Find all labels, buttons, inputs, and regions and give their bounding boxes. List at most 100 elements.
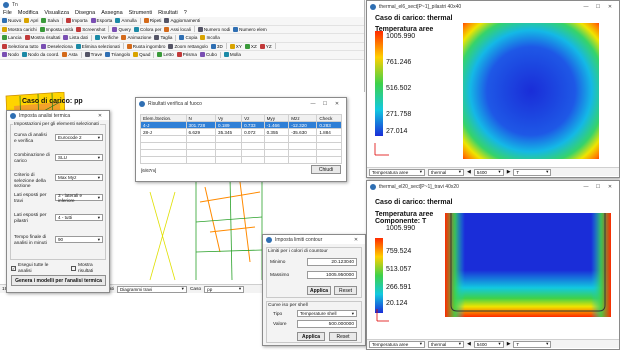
toolbar-button[interactable]: Imposta unità [39,26,73,32]
toolbar-button[interactable]: Nodo [2,52,19,58]
step-forward-icon[interactable]: ▶ [507,170,511,175]
max-value-input[interactable]: 1005.950000 [307,271,357,279]
toolbar-button[interactable]: Nuovo [2,18,21,24]
results-column-header[interactable]: Elem./Sezion. [140,114,187,122]
toolbar-button[interactable]: Incolla [200,35,220,41]
toolbar-button[interactable]: Salva [41,18,59,24]
results-column-header[interactable]: Vz [241,114,265,122]
toolbar-button[interactable]: Numero nodi [197,26,230,32]
toolbar-button[interactable]: Mostra risultati [24,35,60,41]
toolbar-button[interactable]: Seleziona tutto [2,43,38,49]
toolbar-button[interactable]: XY [229,43,242,49]
toolbar-button[interactable]: Prisma [176,52,197,58]
close-button[interactable]: Chiudi [311,165,341,174]
toolbar-button[interactable]: XZ [244,43,257,49]
thermal-field-select[interactable]: Eurocode 2 ▾ [55,134,103,141]
close-icon[interactable]: ✕ [94,113,106,119]
results-type-select[interactable]: Diagrammi travi ▾ [116,285,187,293]
thermal1-step-select[interactable]: 5400 ▾ [473,168,504,176]
results-row[interactable]: 28-J 6.629 35.345 0.072 0.355 -35.630 1.884 [140,128,342,136]
toolbar-button[interactable]: Numero elem [233,26,267,32]
results-column-header[interactable]: Myy [263,114,290,122]
thermal-field-select[interactable]: SLU ▾ [55,154,103,161]
toolbar-button[interactable]: Verifiche [94,35,118,41]
step-back-icon[interactable]: ◀ [467,170,471,175]
toolbar-button[interactable]: Molla [223,52,241,58]
toolbar-button[interactable]: Colora per [133,26,161,32]
toolbar-button[interactable]: Apri [24,18,38,24]
apply-iso-button[interactable]: Applica [297,332,325,341]
results-row[interactable]: 4-J 301.728 0.189 0.733 -1.466 -12.320 0.283 [140,121,342,129]
close-icon[interactable]: ✕ [331,101,343,107]
menu-item[interactable]: ? [184,10,187,16]
iso-value-input[interactable]: 500.000000 [297,320,357,328]
toolbar-button[interactable]: Importa [65,18,88,24]
menu-item[interactable]: Disegna [75,10,95,16]
thermal2-result-select[interactable]: Temperatura aree ▾ [369,340,425,348]
iso-type-select[interactable]: Temperature shell ▾ [297,310,357,317]
toolbar-button[interactable]: Annulla [115,18,137,24]
menu-item[interactable]: Risultati [158,10,178,16]
thermal-field-select[interactable]: 3 - laterali e inferiore ▾ [55,193,103,203]
results-column-header[interactable]: Vy [215,114,243,122]
menu-item[interactable]: Visualizza [44,10,69,16]
thermal1-var-select[interactable]: T ▾ [513,168,552,176]
load-case-select[interactable]: pp ▾ [204,285,245,293]
maximize-icon[interactable]: ☐ [592,184,604,190]
toolbar-button[interactable]: Cubo [199,52,217,58]
toolbar-button[interactable]: Ruota ingombro [126,43,165,49]
menu-item[interactable]: Modifica [18,10,38,16]
results-column-header[interactable]: Mzz [288,114,318,122]
thermal-field-select[interactable]: Max Myz ▾ [55,174,103,181]
minimize-icon[interactable]: — [580,184,592,190]
apply-limits-button[interactable]: Applica [307,286,331,295]
maximize-icon[interactable]: ☐ [319,101,331,107]
show-results-checkbox[interactable]: Mostra risultati [71,263,109,274]
close-icon[interactable]: ✕ [350,237,362,243]
toolbar-button[interactable]: Ripeti [143,18,161,24]
toolbar-button[interactable]: Quad [133,52,150,58]
toolbar-button[interactable]: Zoom rettangolo [168,43,208,49]
reset-iso-button[interactable]: Reset [329,332,357,341]
toolbar-button[interactable]: Esporta [90,18,112,24]
toolbar-button[interactable]: Taglia [154,35,172,41]
close-icon[interactable]: ✕ [604,184,616,190]
step-back-icon[interactable]: ◀ [467,342,471,347]
toolbar-button[interactable]: Mostra carichi [2,26,37,32]
close-icon[interactable]: ✕ [604,4,616,10]
toolbar-button[interactable]: Animazione [121,35,151,41]
toolbar-button[interactable]: Query [112,26,131,32]
generate-thermal-models-button[interactable]: Genera i modelli per l'analisi termica [11,275,106,286]
toolbar-button[interactable]: Elimina selezionati [75,43,120,49]
thermal2-var-select[interactable]: T ▾ [513,340,552,348]
thermal2-step-select[interactable]: 5400 ▾ [473,340,504,348]
toolbar-button[interactable]: Screenshot [76,26,105,32]
toolbar-button[interactable]: Deseleziona [41,43,73,49]
minimize-icon[interactable]: — [580,4,592,10]
thermal-field-select[interactable]: 90 ▾ [55,236,103,243]
toolbar-button[interactable]: 3D [210,43,223,49]
minimize-icon[interactable]: — [307,101,319,107]
toolbar-button[interactable]: Asta [62,52,78,58]
thermal-field-select[interactable]: 4 - tutti ▾ [55,214,103,221]
menu-item[interactable]: Assegna [101,10,122,16]
results-column-header[interactable]: N [185,114,217,122]
toolbar-button[interactable]: Copia [179,35,197,41]
thermal1-result-select[interactable]: Temperatura aree ▾ [369,168,425,176]
toolbar-button[interactable]: Trave [84,52,102,58]
thermal2-type-select[interactable]: thermal ▾ [428,340,464,348]
toolbar-button[interactable]: YZ [259,43,272,49]
toolbar-button[interactable]: Lancia [2,35,22,41]
min-value-input[interactable]: 20.123040 [307,258,357,266]
menu-item[interactable]: Strumenti [129,10,153,16]
toolbar-button[interactable]: Aggiornamenti [164,18,200,24]
maximize-icon[interactable]: ☐ [592,4,604,10]
toolbar-button[interactable]: Triangolo [105,52,130,58]
toolbar-button[interactable]: Assi locali [164,26,191,32]
toolbar-button[interactable]: Lista dati [63,35,88,41]
results-column-header[interactable]: Check [316,114,342,122]
toolbar-button[interactable]: Letto [157,52,174,58]
step-forward-icon[interactable]: ▶ [507,342,511,347]
toolbar-button[interactable]: Nodo da coord. [21,52,59,58]
thermal1-type-select[interactable]: thermal ▾ [428,168,464,176]
